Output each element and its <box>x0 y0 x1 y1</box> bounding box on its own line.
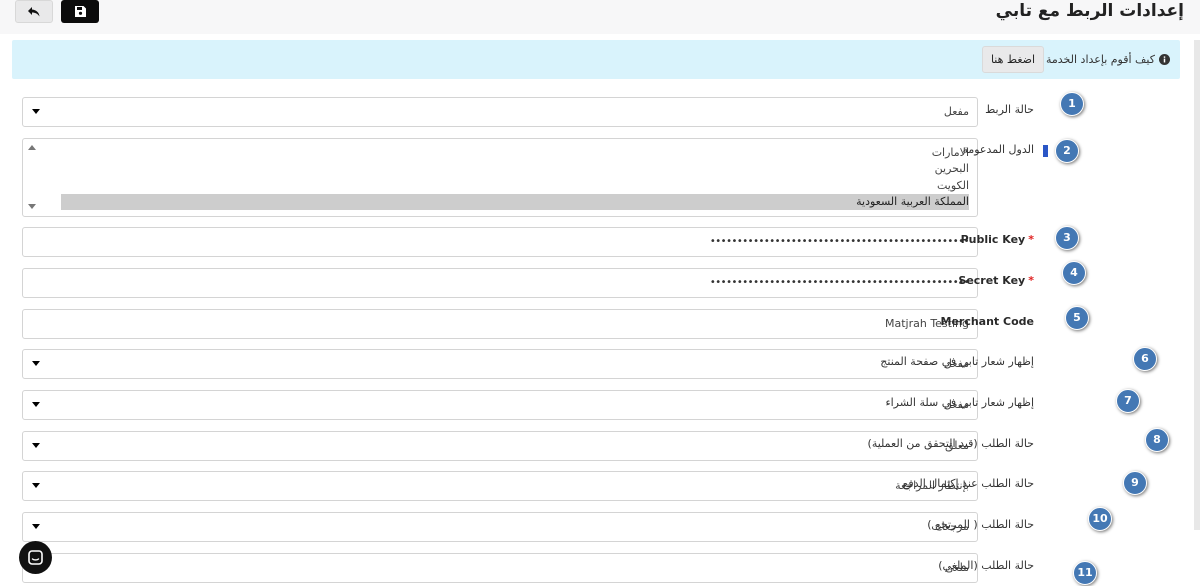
floppy-disk-icon <box>74 6 86 17</box>
merchant-code-input[interactable]: Matjrah Testing <box>22 309 978 339</box>
link-status-value: مفعل <box>943 105 969 118</box>
chat-widget-button[interactable] <box>19 541 52 574</box>
link-status-label: حالة الربط <box>985 103 1034 116</box>
scroll-down-arrow-icon[interactable] <box>28 204 36 209</box>
undo-arrow-icon <box>28 6 40 16</box>
step-badge-6: 6 <box>1133 347 1157 371</box>
pending-status-select[interactable]: معلق <box>22 431 978 461</box>
back-button[interactable] <box>15 0 53 23</box>
country-option-selected[interactable]: المملكة العربية السعودية <box>61 194 969 210</box>
info-banner-text-wrap: كيف أقوم بإعداد الخدمة ؟ <box>1037 40 1170 79</box>
paid-status-label: حالة الطلب عند إكتمال الدفع <box>902 477 1034 490</box>
cancelled-status-select[interactable]: ملغى <box>22 553 978 583</box>
chevron-down-icon <box>32 109 40 114</box>
secret-key-label: Secret Key * <box>958 271 1034 291</box>
info-circle-icon <box>1159 54 1170 65</box>
refund-status-select[interactable]: مرجعات <box>22 512 978 542</box>
step-badge-5: 5 <box>1065 306 1089 330</box>
text-selection-mark <box>1043 145 1048 157</box>
step-badge-11: 11 <box>1073 561 1097 585</box>
scroll-up-arrow-icon[interactable] <box>28 145 36 150</box>
public-key-value: ••••••••••••••••••••••••••••••••••••••••… <box>709 236 969 247</box>
page-scrollbar[interactable] <box>1194 40 1200 530</box>
public-key-label: Public Key * <box>961 230 1034 250</box>
logo-product-page-select[interactable]: مفعل <box>22 349 978 379</box>
step-badge-2: 2 <box>1055 139 1079 163</box>
public-key-input[interactable]: ••••••••••••••••••••••••••••••••••••••••… <box>22 227 978 257</box>
step-badge-4: 4 <box>1062 261 1086 285</box>
logo-cart-label: إظهار شعار تابي في سلة الشراء <box>885 396 1034 409</box>
required-mark: * <box>1028 274 1034 287</box>
country-option[interactable]: الكويت <box>61 178 969 194</box>
step-badge-10: 10 <box>1088 507 1112 531</box>
page-title: إعدادات الربط مع تابي <box>995 1 1184 21</box>
required-mark: * <box>1028 233 1034 246</box>
paid-status-select[interactable]: بإنتظار المراجعة <box>22 471 978 501</box>
supported-countries-listbox[interactable]: الامارات البحرين الكويت المملكة العربية … <box>22 138 978 217</box>
save-button[interactable] <box>61 0 99 23</box>
chevron-down-icon <box>32 524 40 529</box>
info-banner-text: كيف أقوم بإعداد الخدمة ؟ <box>1036 53 1155 66</box>
step-badge-7: 7 <box>1116 389 1140 413</box>
refund-status-label: حالة الطلب ( المرتجع ) <box>927 518 1034 531</box>
chevron-down-icon <box>32 483 40 488</box>
chevron-down-icon <box>32 402 40 407</box>
step-badge-8: 8 <box>1145 428 1169 452</box>
chevron-down-icon <box>32 361 40 366</box>
secret-key-value: ••••••••••••••••••••••••••••••••••••••••… <box>709 277 969 288</box>
country-option[interactable]: البحرين <box>61 161 969 177</box>
secret-key-label-text: Secret Key <box>958 274 1026 287</box>
chevron-down-icon <box>32 443 40 448</box>
logo-cart-select[interactable]: مفعل <box>22 390 978 420</box>
step-badge-3: 3 <box>1055 226 1079 250</box>
public-key-label-text: Public Key <box>960 233 1026 246</box>
logo-product-page-label: إظهار شعار تابي في صفحة المنتج <box>880 355 1034 368</box>
secret-key-input[interactable]: ••••••••••••••••••••••••••••••••••••••••… <box>22 268 978 298</box>
chat-bubble-icon <box>28 550 43 565</box>
step-badge-9: 9 <box>1123 471 1147 495</box>
link-status-select[interactable]: مفعل <box>22 97 978 127</box>
country-option[interactable]: الامارات <box>61 145 969 161</box>
pending-status-label: حالة الطلب (قيد التحقق من العملية) <box>867 437 1034 450</box>
supported-countries-label: الدول المدعومة <box>962 143 1034 156</box>
cancelled-status-label: حالة الطلب (الملغي) <box>938 559 1034 572</box>
info-banner: كيف أقوم بإعداد الخدمة ؟ اضغط هنا <box>12 40 1180 79</box>
click-here-button[interactable]: اضغط هنا <box>982 46 1044 73</box>
merchant-code-label: Merchant Code <box>940 315 1035 328</box>
step-badge-1: 1 <box>1060 92 1084 116</box>
